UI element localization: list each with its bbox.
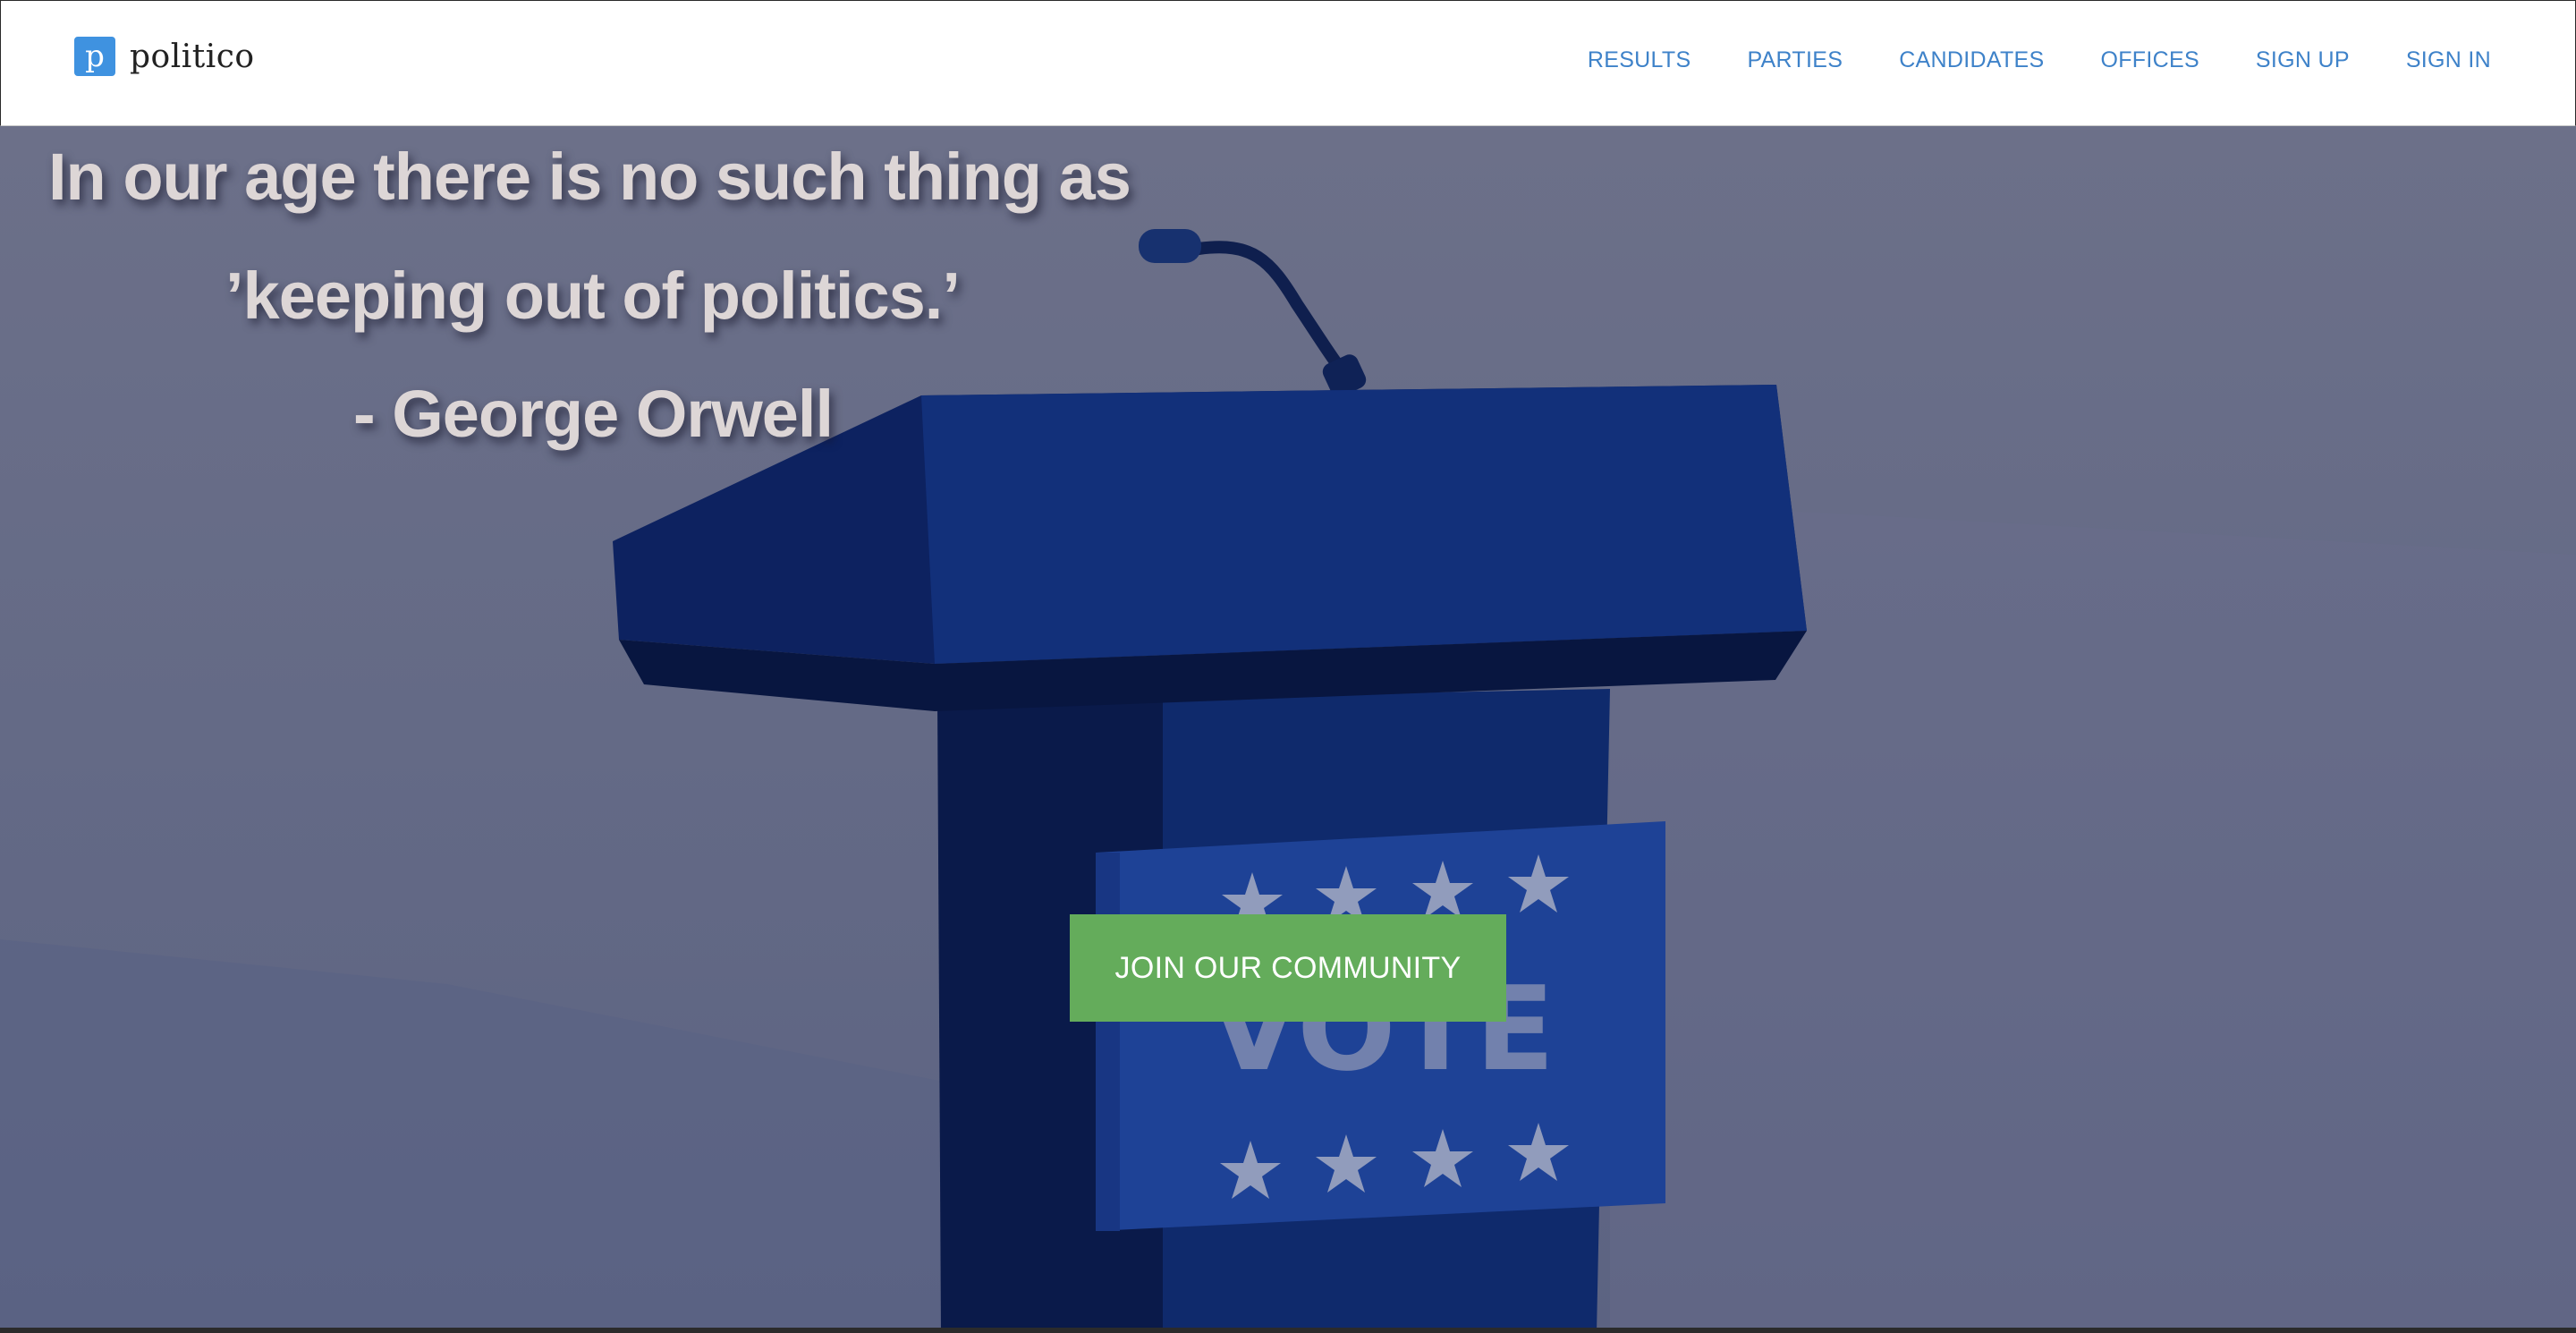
brand[interactable]: p politico [74,37,255,76]
top-navbar: p politico RESULTS PARTIES CANDIDATES OF… [0,0,2576,126]
bottom-edge [0,1328,2576,1333]
brand-logo-icon[interactable]: p [74,37,115,76]
nav-link-candidates[interactable]: CANDIDATES [1899,47,2044,73]
brand-name[interactable]: politico [130,38,255,75]
microphone-icon [1139,229,1367,397]
quote-author: - George Orwell [353,377,834,451]
nav-link-parties[interactable]: PARTIES [1747,47,1843,73]
nav-link-sign-up[interactable]: SIGN UP [2256,47,2350,73]
main-nav: RESULTS PARTIES CANDIDATES OFFICES SIGN … [1531,47,2491,73]
nav-link-offices[interactable]: OFFICES [2100,47,2199,73]
page: p politico RESULTS PARTIES CANDIDATES OF… [0,0,2576,1333]
nav-link-results[interactable]: RESULTS [1588,47,1691,73]
quote-line-1: In our age there is no such thing as [48,140,1131,214]
quote-line-2: ’keeping out of politics.’ [225,259,961,333]
nav-link-sign-in[interactable]: SIGN IN [2406,47,2491,73]
join-community-button[interactable]: JOIN OUR COMMUNITY [1070,914,1506,1022]
